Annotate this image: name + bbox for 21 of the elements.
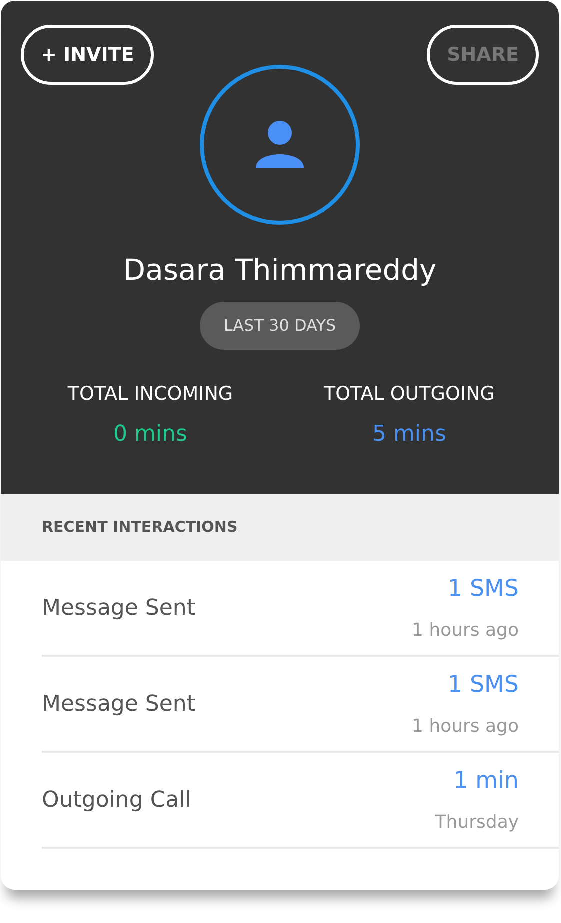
interaction-time: 1 hours ago xyxy=(412,618,519,643)
interaction-row[interactable]: Message Sent 1 SMS 1 hours ago xyxy=(42,657,559,753)
interaction-time: Thursday xyxy=(435,810,519,835)
total-value: 5 mins xyxy=(372,421,446,450)
interaction-time: 1 hours ago xyxy=(412,714,519,739)
interaction-label: Message Sent xyxy=(42,594,196,622)
interaction-label: Outgoing Call xyxy=(42,786,192,814)
interaction-amount: 1 min xyxy=(454,767,519,796)
person-icon xyxy=(255,120,305,170)
contact-name: Dasara Thimmareddy xyxy=(123,253,437,288)
interaction-amount: 1 SMS xyxy=(448,575,519,604)
total-label: TOTAL OUTGOING xyxy=(324,382,495,407)
section-title: RECENT INTERACTIONS xyxy=(42,517,238,538)
invite-button[interactable]: + INVITE xyxy=(21,25,154,85)
interaction-row[interactable]: Outgoing Call 1 min Thursday xyxy=(42,753,559,849)
interaction-amount: 1 SMS xyxy=(448,671,519,700)
interaction-row[interactable]: Message Sent 1 SMS 1 hours ago xyxy=(42,561,559,657)
period-label: LAST 30 DAYS xyxy=(200,302,360,350)
total-label: TOTAL INCOMING xyxy=(68,382,234,407)
interaction-label: Message Sent xyxy=(42,690,196,718)
total-value: 0 mins xyxy=(114,421,188,450)
